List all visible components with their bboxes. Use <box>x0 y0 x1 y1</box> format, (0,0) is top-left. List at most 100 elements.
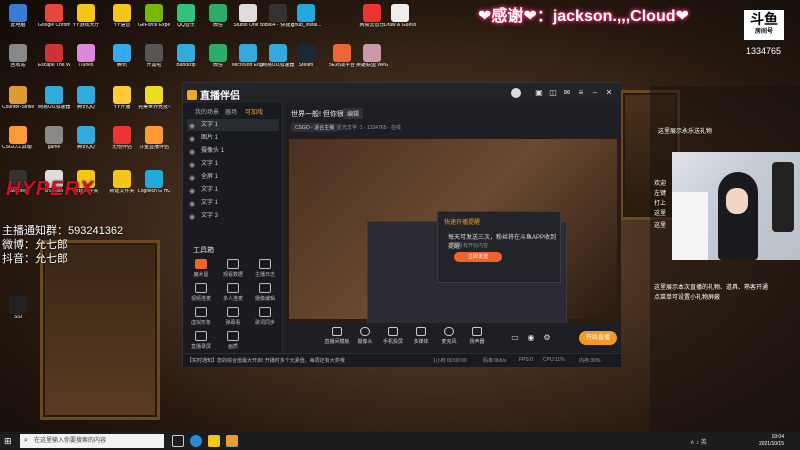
eye-icon[interactable]: ◉ <box>527 334 535 342</box>
app-icon <box>113 126 131 144</box>
desktop-icon[interactable]: 腾讯 <box>106 44 138 72</box>
visibility-icon[interactable]: ◉ <box>189 212 195 224</box>
tool-button[interactable]: 视频连麦 <box>187 283 215 307</box>
game-tag[interactable]: CSGO - 适合主播 <box>291 123 339 132</box>
task-view-icon[interactable] <box>172 435 184 447</box>
desktop-icon[interactable]: Bandizip <box>170 44 202 72</box>
scene-item[interactable]: ◉ 全屏 1 <box>187 171 279 183</box>
tool-icon <box>227 331 239 341</box>
minimize-icon[interactable]: – <box>591 89 599 97</box>
edge-taskbar-icon[interactable] <box>190 435 202 447</box>
tool-button[interactable]: 摄像编辑 <box>251 283 279 307</box>
app-icon <box>239 44 257 62</box>
desktop-icon[interactable]: SSI <box>2 296 34 324</box>
start-live-button[interactable]: 开始直播 <box>579 331 617 345</box>
preview-area: 世界一般! 但你很强 编辑 CSGO - 适合主播 星光文字: 1 · 1334… <box>285 103 621 323</box>
desktop-icon[interactable]: QQ音乐 <box>170 4 202 32</box>
desktop-icon[interactable]: Google Chrome <box>38 4 70 32</box>
avatar[interactable] <box>511 88 521 98</box>
tool-button[interactable]: 直播录屏 <box>187 331 215 355</box>
app-titlebar[interactable]: 直播伴侣 ▣ ◫ ✉ ≡ – ✕ <box>183 83 621 103</box>
tab-add[interactable]: 可加戏 <box>245 107 263 116</box>
desktop-icon[interactable]: GeForce Experience <box>138 4 170 32</box>
app-icon <box>363 4 381 22</box>
desktop-icon[interactable]: 腾讯QQ <box>70 86 102 114</box>
scene-item[interactable]: ◉ 文字 1 <box>187 197 279 209</box>
desktop-icon[interactable]: 完美世界竞技平台 <box>138 86 170 114</box>
record-icon[interactable]: ▭ <box>511 334 519 342</box>
desktop-icon[interactable]: YY语音 <box>106 4 138 32</box>
desktop-icon[interactable]: CSGO工具箱 1.0.3 <box>2 126 34 154</box>
app-logo-icon <box>187 90 197 100</box>
scene-item[interactable]: ◉ 摄像头 1 <box>187 145 279 157</box>
desktop-icon[interactable]: 回收站 <box>2 44 34 72</box>
status-notice[interactable]: 【实时通知】您的综合值最大开启! 开播时多个元素值，每周还有大奖哦 <box>187 357 345 364</box>
tool-button[interactable]: 观看数据 <box>219 259 247 283</box>
app-icon <box>145 126 163 144</box>
scene-item[interactable]: ◉ 文字 1 <box>187 119 279 131</box>
desktop-icon[interactable]: 斗鱼直播伴侣 <box>138 126 170 154</box>
desktop-icon[interactable]: Logitech G HUB <box>138 170 170 198</box>
system-tray[interactable]: ∧ ♪ 英 <box>690 437 707 446</box>
room-title[interactable]: 世界一般! 但你很强 <box>291 109 351 119</box>
desktop-icon[interactable]: 开黑啦 <box>138 44 170 72</box>
tool-button[interactable]: 主播日志 <box>251 259 279 283</box>
close-icon[interactable]: ✕ <box>605 89 613 97</box>
desktop-icon[interactable]: Studio One 5 <box>232 4 264 32</box>
desktop-icon[interactable]: Counter-Strike Global Off... <box>2 86 34 114</box>
desktop-icon[interactable]: game <box>38 126 70 154</box>
menu-icon[interactable]: ≡ <box>577 89 585 97</box>
live-companion-window[interactable]: 直播伴侣 ▣ ◫ ✉ ≡ – ✕ 我的场景 器场 可加戏 ◉ 文字 1 ◉ 图片 1 ◉… <box>182 82 621 367</box>
scene-item[interactable]: ◉ 文字 3 <box>187 210 279 222</box>
app-icon <box>297 4 315 22</box>
clock[interactable]: 19:04 2021/10/15 <box>744 434 784 448</box>
desktop-icon[interactable]: 英雄联盟 WeGame版 <box>356 44 388 72</box>
companion-taskbar-icon[interactable] <box>226 435 238 447</box>
desktop-icon[interactable]: YY开播 <box>106 86 138 114</box>
desktop-icon-label: 微信 <box>212 63 223 68</box>
desktop-icon[interactable]: 5E对战平台 <box>326 44 358 72</box>
tool-button[interactable]: 画质 <box>219 331 247 355</box>
desktop-icon-label: Counter-Strike Global Off... <box>2 105 34 110</box>
scene-item[interactable]: ◉ 文字 1 <box>187 158 279 170</box>
desktop-icon[interactable]: 微信 <box>202 4 234 32</box>
speaker-button[interactable]: 扬声器 <box>461 327 493 345</box>
bag-icon[interactable]: ◫ <box>549 89 557 97</box>
app-icon <box>177 44 195 62</box>
edit-button[interactable]: 编辑 <box>343 108 364 119</box>
tool-button[interactable]: 弹幕看 <box>219 307 247 331</box>
scene-item[interactable]: ◉ 文字 1 <box>187 184 279 196</box>
desktop-icon[interactable]: YY游戏大厅 <box>70 4 102 32</box>
taskbar-search-input[interactable]: ⌕ 在这里输入你要搜索的内容 <box>20 434 164 448</box>
app-icon <box>113 4 131 22</box>
desktop-icon[interactable]: Draw & Guess <box>384 4 416 32</box>
send-now-button[interactable]: 立即发送 <box>454 252 502 262</box>
desktop-icon[interactable]: 微信 <box>202 44 234 72</box>
desktop-icon[interactable]: iTunes <box>70 44 102 72</box>
desktop-icon[interactable]: Microsoft Edge <box>232 44 264 72</box>
desktop-icon[interactable]: 腾讯QQ <box>70 126 102 154</box>
explorer-taskbar-icon[interactable] <box>208 435 220 447</box>
tab-venue[interactable]: 器场 <box>225 107 237 116</box>
gift-icon[interactable]: ▣ <box>535 89 543 97</box>
windows-start-icon[interactable]: ⊞ <box>4 436 14 446</box>
tool-button[interactable]: 多人连麦 <box>219 283 247 307</box>
desktop-icon-label: 无他伴侣 <box>111 145 132 150</box>
settings-icon[interactable]: ⚙ <box>543 334 551 342</box>
desktop-icon[interactable]: Escape The Wire Tour <box>38 44 70 72</box>
tool-button[interactable]: 虚拟形象 <box>187 307 215 331</box>
tab-my-scenes[interactable]: 我的场景 <box>195 107 219 116</box>
desktop-icon[interactable]: 新建文件夹 <box>106 170 138 198</box>
mail-icon[interactable]: ✉ <box>563 89 571 97</box>
scene-label: 摄像头 1 <box>201 148 225 154</box>
tool-button[interactable]: 歌词同步 <box>251 307 279 331</box>
desktop-icon[interactable]: 此电脑 <box>2 4 34 32</box>
tool-button[interactable]: 魔术屋 <box>187 259 215 283</box>
hyperx-logo: HYPERX <box>6 178 95 200</box>
tool-icon <box>195 259 207 269</box>
scene-item[interactable]: ◉ 图片 1 <box>187 132 279 144</box>
desktop-icon[interactable]: 网易UU加速器 <box>38 86 70 114</box>
desktop-icon[interactable]: 无他伴侣 <box>106 126 138 154</box>
desktop-icon[interactable]: Steam <box>290 44 322 72</box>
desktop-icon[interactable]: lghub_instal... <box>290 4 322 32</box>
